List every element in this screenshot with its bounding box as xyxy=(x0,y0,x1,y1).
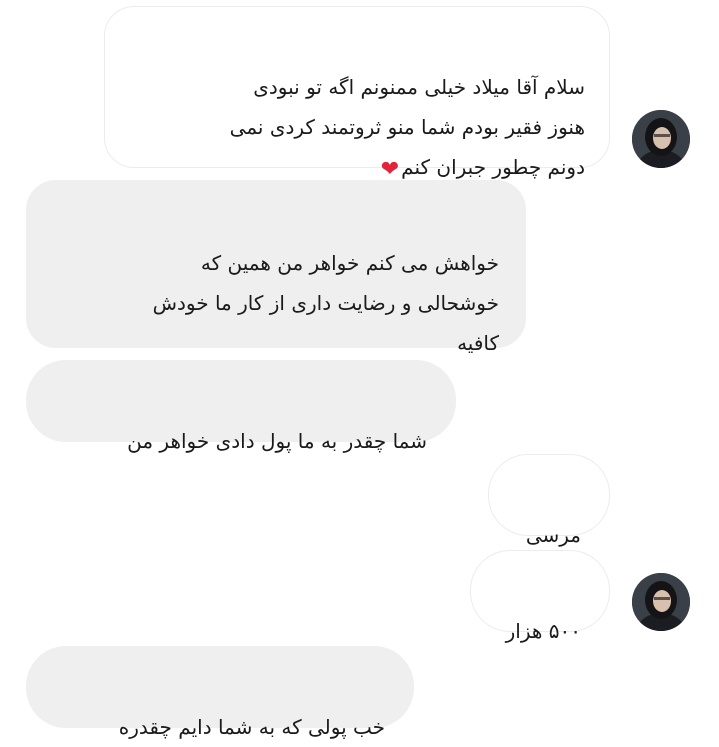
message-text: ۵۰۰ هزار xyxy=(505,619,581,643)
avatar[interactable] xyxy=(632,573,690,631)
message-bubble-incoming[interactable]: مرسی xyxy=(488,454,610,547)
message-text: سلام آقا میلاد خیلی ممنونم اگه تو نبودی … xyxy=(229,75,585,179)
message-text: شما چقدر به ما پول دادی خواهر من xyxy=(127,429,427,453)
message-bubble-outgoing[interactable]: شما چقدر به ما پول دادی خواهر من xyxy=(26,360,456,453)
message-bubble-outgoing[interactable]: خب پولی که به شما دایم چقدره xyxy=(26,646,414,739)
message-bubble-incoming[interactable]: ۵۰۰ هزار xyxy=(470,550,610,643)
avatar[interactable] xyxy=(632,110,690,168)
message-bubble-outgoing[interactable]: خواهش می کنم خواهر من همین که خوشحالی و … xyxy=(26,180,526,355)
message-bubble-incoming[interactable]: سلام آقا میلاد خیلی ممنونم اگه تو نبودی … xyxy=(104,6,610,182)
message-text: خواهش می کنم خواهر من همین که خوشحالی و … xyxy=(152,251,499,355)
message-text: مرسی xyxy=(525,523,581,547)
